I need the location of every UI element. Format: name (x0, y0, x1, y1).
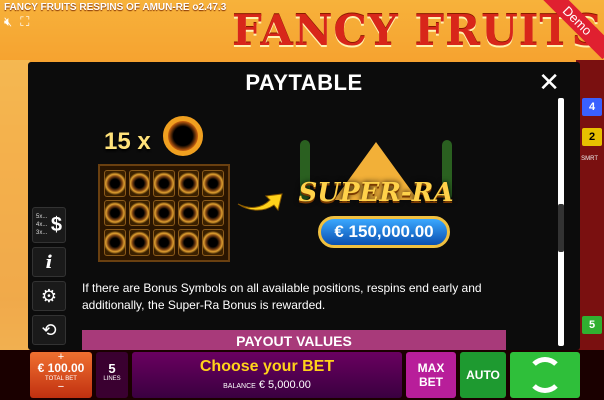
game-title: FANCY FRUITS RESPINS OF AMUN-RE o2.47.3 (4, 2, 227, 13)
paytable-modal: PAYTABLE ✕ 5x... 4x... 3x... $ i ⚙ ⟲ 15 … (28, 62, 580, 350)
balance-label: BALANCE (223, 383, 256, 390)
close-button[interactable]: ✕ (538, 68, 560, 96)
mute-icon[interactable]: 🔇︎ (4, 14, 12, 30)
bonus-symbol-icon (202, 199, 224, 227)
bonus-count-label: 15 x (104, 128, 151, 155)
bonus-symbol-grid (98, 164, 230, 262)
expand-icon[interactable]: ⛶ (20, 14, 29, 30)
multiplier-list: 5x... 4x... 3x... (36, 214, 48, 236)
smrt-label: SMRT (581, 156, 598, 162)
top-icons: 🔇︎ ⛶ (4, 14, 29, 30)
top-bar: FANCY FRUITS RESPINS OF AMUN-RE o2.47.3 … (0, 0, 604, 60)
paytable-button[interactable]: 5x... 4x... 3x... $ (32, 207, 66, 243)
line-number-4: 4 (582, 98, 602, 116)
bonus-symbol-icon (202, 170, 224, 197)
total-bet-control: + € 100.00 TOTAL BET − (30, 352, 92, 398)
background-reel-right: SMRT 4 2 5 (576, 60, 604, 350)
info-button[interactable]: i (32, 247, 66, 277)
gear-icon: ⚙ (40, 285, 58, 306)
history-button[interactable]: ⟲ (32, 315, 66, 345)
history-icon: ⟲ (41, 319, 57, 340)
bonus-symbol-icon (177, 229, 200, 256)
balance-value: € 5,000.00 (258, 379, 311, 391)
background-reel-left (0, 60, 30, 350)
bonus-symbol-icon (128, 170, 151, 197)
super-ra-amount: € 150,000.00 (318, 216, 450, 248)
max-bet-label-line1: MAX (417, 361, 445, 375)
bonus-symbol-icon (153, 199, 175, 227)
lines-label: LINES (103, 376, 121, 382)
bet-message-panel: Choose your BET BALANCE € 5,000.00 (132, 352, 402, 398)
game-logo: FANCY FRUITS (232, 6, 603, 55)
bonus-symbol-icon (104, 199, 126, 227)
max-bet-button[interactable]: MAX BET (406, 352, 456, 398)
paytable-title: PAYTABLE (245, 70, 363, 95)
bottom-control-bar: + € 100.00 TOTAL BET − 5 LINES Choose yo… (0, 350, 604, 400)
max-bet-label-line2: BET (419, 375, 443, 389)
line-number-2: 2 (582, 128, 602, 146)
lines-value: 5 (108, 361, 116, 376)
bonus-symbol-icon (153, 229, 175, 256)
balance-display: BALANCE € 5,000.00 (132, 379, 402, 391)
bonus-symbol-icon (202, 229, 224, 256)
spin-icon (527, 357, 563, 393)
bonus-symbol-icon (128, 229, 151, 256)
bonus-symbol-icon (177, 199, 200, 227)
super-ra-logo: SUPER-RA (298, 178, 454, 208)
dollar-icon: $ (50, 213, 62, 236)
decrease-bet-button[interactable]: − (30, 382, 92, 393)
autoplay-button[interactable]: AUTO (460, 352, 506, 398)
lines-display: 5 LINES (96, 352, 128, 398)
bonus-symbol-icon (163, 116, 203, 156)
total-bet-value: € 100.00 (37, 361, 85, 375)
bonus-symbol-icon (128, 199, 151, 227)
bonus-symbol-icon (177, 170, 200, 197)
choose-bet-message: Choose your BET (199, 358, 335, 375)
payout-values-header: PAYOUT VALUES (82, 330, 506, 350)
super-ra-bonus: SUPER-RA € 150,000.00 (296, 134, 456, 254)
bonus-symbol-icon (104, 170, 126, 197)
arrow-right-icon (237, 193, 283, 212)
paytable-side-menu: 5x... 4x... 3x... $ i ⚙ ⟲ (32, 207, 68, 349)
info-icon: i (45, 251, 53, 273)
line-number-5: 5 (582, 316, 602, 334)
paytable-description: If there are Bonus Symbols on all availa… (82, 281, 482, 312)
settings-button[interactable]: ⚙ (32, 281, 66, 311)
scrollbar-thumb[interactable] (558, 204, 564, 252)
bonus-symbol-icon (153, 170, 175, 197)
scrollbar[interactable] (558, 98, 564, 346)
spin-button[interactable] (510, 352, 580, 398)
bonus-symbol-icon (104, 229, 126, 256)
